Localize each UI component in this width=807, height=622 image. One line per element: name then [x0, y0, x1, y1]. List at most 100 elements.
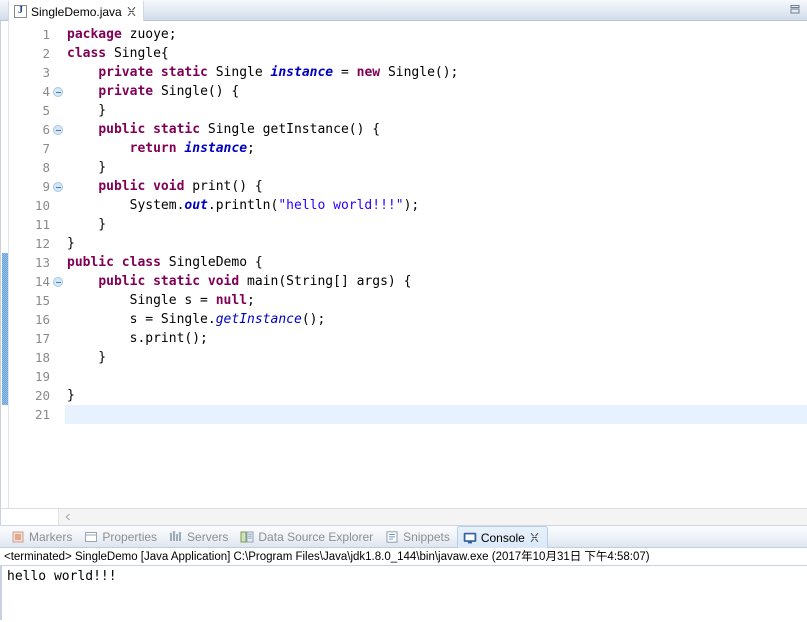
bottom-view-tab-data-source-explorer[interactable]: Data Source Explorer: [235, 526, 380, 548]
scrollbar-left-pad: [1, 509, 59, 525]
fold-collapse-icon[interactable]: [53, 182, 63, 192]
code-line: s.print();: [65, 329, 807, 348]
bottom-view-tab-properties[interactable]: Properties: [79, 526, 164, 548]
code-line: }: [65, 158, 807, 177]
editor-horizontal-scrollbar[interactable]: [0, 508, 807, 525]
bottom-view-tab-markers[interactable]: Markers: [6, 526, 79, 548]
line-number: 1: [42, 27, 50, 42]
bottom-view-tab-snippets[interactable]: Snippets: [380, 526, 457, 548]
bottom-view-tab-bar: Markers Properties Servers Data Source Expl…: [0, 525, 807, 549]
fold-collapse-icon[interactable]: [53, 87, 63, 97]
code-token: public class: [67, 255, 169, 270]
editor-tab-label: SingleDemo.java: [31, 4, 122, 19]
code-token: public void: [98, 179, 193, 194]
code-line: }: [65, 348, 807, 367]
code-line: [65, 405, 807, 424]
code-line: public class SingleDemo {: [65, 253, 807, 272]
line-number: 15: [34, 293, 50, 308]
scrollbar-track[interactable]: [61, 509, 807, 525]
code-token: .println(: [207, 198, 279, 213]
code-line: return instance;: [65, 139, 807, 158]
code-token: Single{: [113, 46, 169, 61]
code-token: ();: [301, 312, 326, 327]
code-token: }: [67, 160, 107, 175]
editor-tab-bar: SingleDemo.java: [0, 0, 807, 21]
console-output-area[interactable]: hello world!!!: [0, 566, 807, 620]
line-number: 2: [42, 46, 50, 61]
code-line: System.out.println("hello world!!!");: [65, 196, 807, 215]
bottom-view-tab-servers[interactable]: Servers: [164, 526, 235, 548]
code-token: null: [215, 293, 248, 308]
code-line: package zuoye;: [65, 25, 807, 44]
code-token: );: [403, 198, 420, 213]
line-number: 5: [42, 103, 50, 118]
line-number: 3: [42, 65, 50, 80]
code-line: private static Single instance = new Sin…: [65, 63, 807, 82]
line-number-gutter[interactable]: 1 2 3 4 5 6 7 8 9 10 11 12 13 14 15 16 17 18 19 20 21: [9, 21, 63, 508]
line-number: 18: [34, 350, 50, 365]
code-line: public static Single getInstance() {: [65, 120, 807, 139]
code-line: }: [65, 101, 807, 120]
code-line: }: [65, 215, 807, 234]
line-number: 12: [34, 236, 50, 251]
code-editor[interactable]: 1 2 3 4 5 6 7 8 9 10 11 12 13 14 15 16 17 18 19 20 21 packag…: [0, 21, 807, 508]
console-left-border: [1, 566, 2, 620]
code-line: class Single{: [65, 44, 807, 63]
code-line: }: [65, 234, 807, 253]
line-number: 20: [34, 388, 50, 403]
line-number: 14: [9, 272, 63, 291]
code-line: private Single() {: [65, 82, 807, 101]
code-token: Single getInstance() {: [207, 122, 381, 137]
code-token: }: [67, 103, 107, 118]
code-token: instance: [184, 141, 248, 156]
code-line: s = Single.getInstance();: [65, 310, 807, 329]
properties-icon: [84, 530, 98, 544]
close-icon[interactable]: [126, 6, 137, 17]
code-token: SingleDemo {: [168, 255, 263, 270]
code-token: main(String[] args) {: [247, 274, 412, 289]
code-token: instance: [270, 65, 334, 80]
code-token: package: [67, 27, 130, 42]
eclipse-window: SingleDemo.java 123456789101112131415161…: [0, 0, 807, 622]
line-number: 10: [34, 198, 50, 213]
fold-collapse-icon[interactable]: [53, 125, 63, 135]
code-token: private static: [98, 65, 216, 80]
scroll-left-arrow-icon[interactable]: [63, 512, 73, 522]
code-text-area[interactable]: package zuoye; class Single{ private stat…: [65, 21, 807, 508]
bottom-view-tab-console[interactable]: Console: [456, 525, 548, 549]
code-token: Single() {: [160, 84, 240, 99]
line-number: 17: [34, 331, 50, 346]
fold-collapse-icon[interactable]: [53, 277, 63, 287]
code-token: }: [67, 236, 75, 251]
code-token: class: [67, 46, 114, 61]
code-token: private: [98, 84, 161, 99]
close-icon[interactable]: [529, 532, 540, 543]
code-token: System.: [67, 198, 185, 213]
code-token: s.print();: [67, 331, 208, 346]
code-token: public static: [98, 122, 208, 137]
line-number: 13: [34, 255, 50, 270]
bottom-view-tab-label: Console: [480, 530, 525, 545]
snippets-icon: [385, 530, 399, 544]
console-output-line: hello world!!!: [7, 569, 117, 584]
code-token: Single s =: [67, 293, 216, 308]
editor-tab-singledemo[interactable]: SingleDemo.java: [8, 0, 144, 21]
code-line: public void print() {: [65, 177, 807, 196]
code-token: }: [67, 388, 75, 403]
change-bar-column: [1, 21, 9, 508]
bottom-view-tab-label: Data Source Explorer: [258, 529, 374, 544]
code-line: }: [65, 386, 807, 405]
code-token: zuoye;: [129, 27, 177, 42]
line-number: 19: [34, 369, 50, 384]
console-icon: [463, 531, 477, 545]
code-line: public static void main(String[] args) {: [65, 272, 807, 291]
code-token: =: [333, 65, 357, 80]
restore-view-icon[interactable]: [789, 4, 801, 15]
code-token: }: [67, 350, 107, 365]
line-number: 16: [34, 312, 50, 327]
